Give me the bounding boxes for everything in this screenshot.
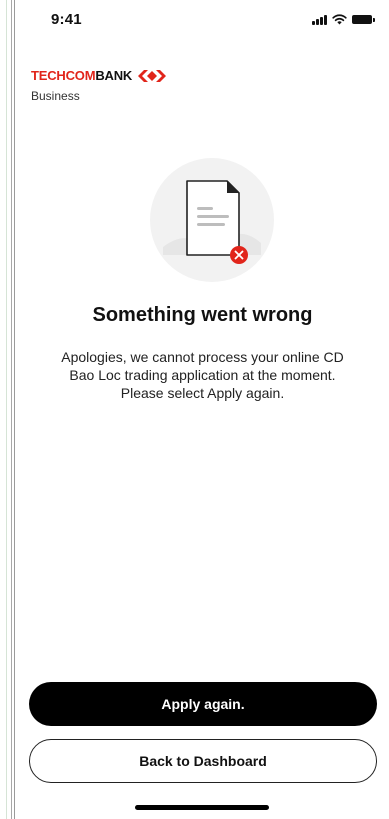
- techcombank-logo-icon: [138, 69, 167, 82]
- apply-again-button[interactable]: Apply again.: [29, 682, 377, 726]
- document-error-icon: [150, 158, 274, 282]
- battery-icon: [352, 15, 375, 24]
- status-icons: [312, 13, 375, 25]
- brand-name: TECHCOMBANK: [31, 68, 132, 83]
- phone-screen: 9:41 TECHCOMBANK Business Something went…: [14, 0, 389, 819]
- screen: 9:41 TECHCOMBANK Business Something went…: [0, 0, 389, 819]
- brand-subtitle: Business: [31, 89, 80, 103]
- brand-name-part2: BANK: [95, 68, 133, 83]
- error-message: Apologies, we cannot process your online…: [61, 349, 344, 401]
- wifi-icon: [332, 14, 347, 25]
- page-title: Something went wrong: [92, 304, 313, 326]
- back-to-dashboard-button[interactable]: Back to Dashboard: [29, 739, 377, 783]
- cellular-signal-icon: [312, 14, 327, 25]
- home-indicator: [135, 805, 269, 810]
- brand-name-part1: TECHCOM: [31, 68, 96, 83]
- brand-header: TECHCOMBANK Business: [31, 68, 167, 103]
- left-divider: [0, 0, 12, 819]
- status-time: 9:41: [51, 11, 82, 28]
- status-bar: 9:41: [15, 0, 389, 44]
